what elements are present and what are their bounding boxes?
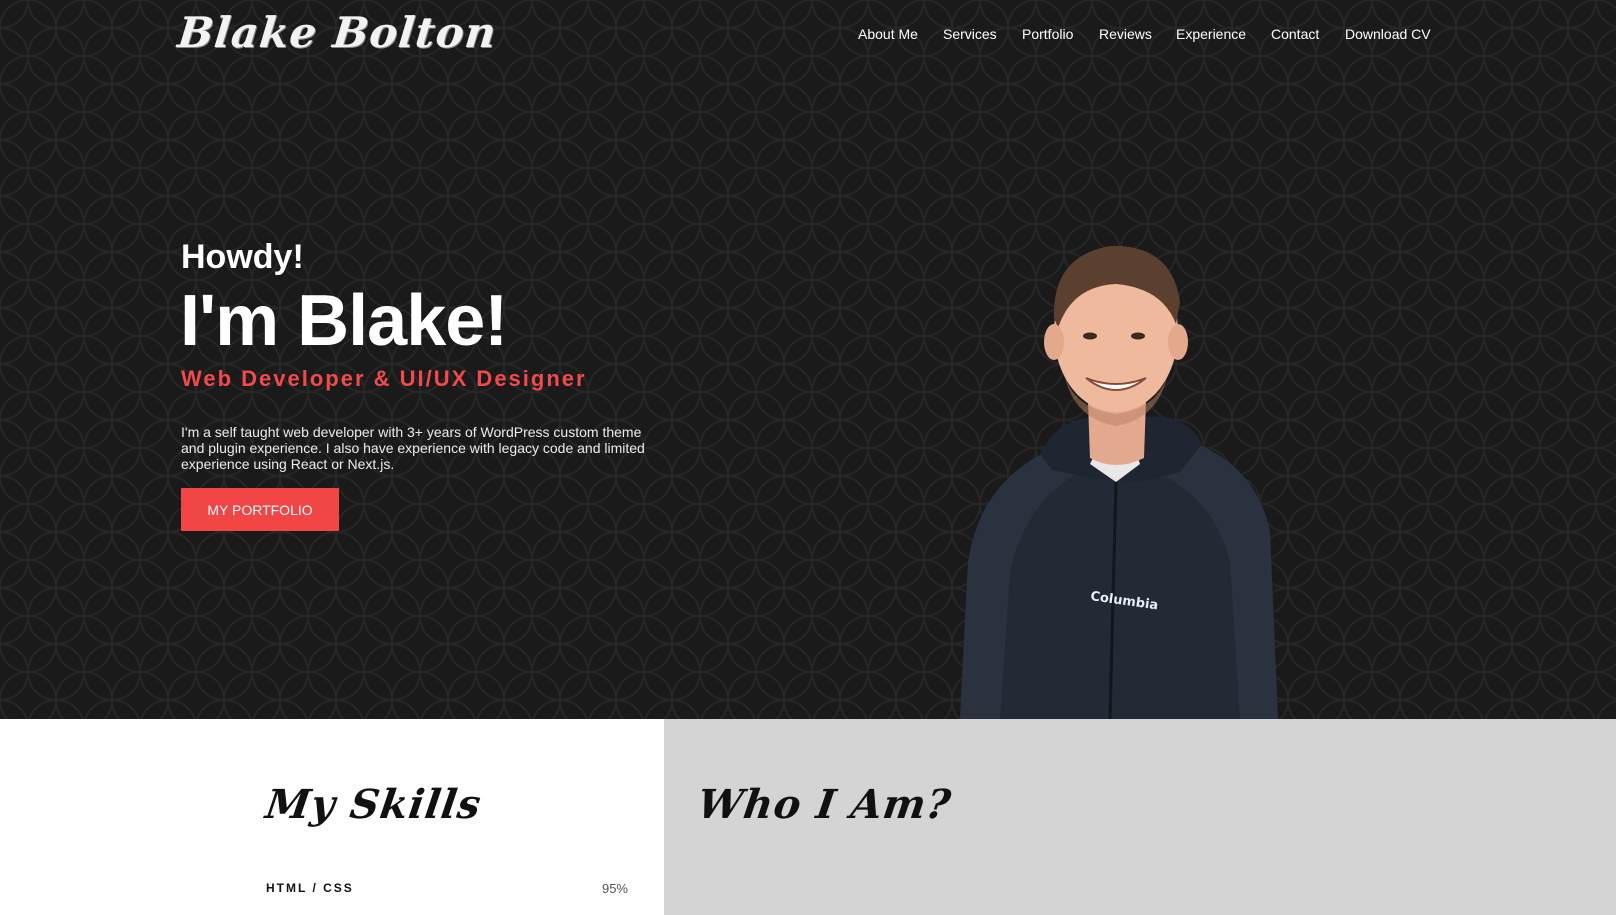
main-nav: About Me Services Portfolio Reviews Expe… [0,26,1616,46]
about-section: Who I Am? [664,719,1616,915]
skills-title: My Skills [262,781,485,828]
hero-role: Web Developer & UI/UX Designer [181,366,587,391]
hero-greeting: Howdy! [181,238,304,276]
about-title: Who I Am? [694,781,955,828]
nav-item-contact[interactable]: Contact [1271,26,1319,42]
profile-photo: Columbia [960,245,1278,719]
hero-intro: I'm a self taught web developer with 3+ … [181,424,645,472]
hero-section: Blake Bolton About Me Services Portfolio… [0,0,1616,719]
nav-item-reviews[interactable]: Reviews [1099,26,1152,42]
skill-name: HTML / CSS [266,881,354,895]
skill-item: HTML / CSS 95% [266,881,628,897]
nav-item-experience[interactable]: Experience [1176,26,1246,42]
my-portfolio-button[interactable]: MY PORTFOLIO [181,488,339,531]
skills-section: My Skills HTML / CSS 95% [0,719,664,915]
nav-item-services[interactable]: Services [943,26,997,42]
nav-item-portfolio[interactable]: Portfolio [1022,26,1073,42]
hero-headline: I'm Blake! [180,281,508,361]
nav-item-about-me[interactable]: About Me [858,26,918,42]
nav-item-download-cv[interactable]: Download CV [1345,26,1431,42]
skill-percent: 95% [601,881,628,896]
